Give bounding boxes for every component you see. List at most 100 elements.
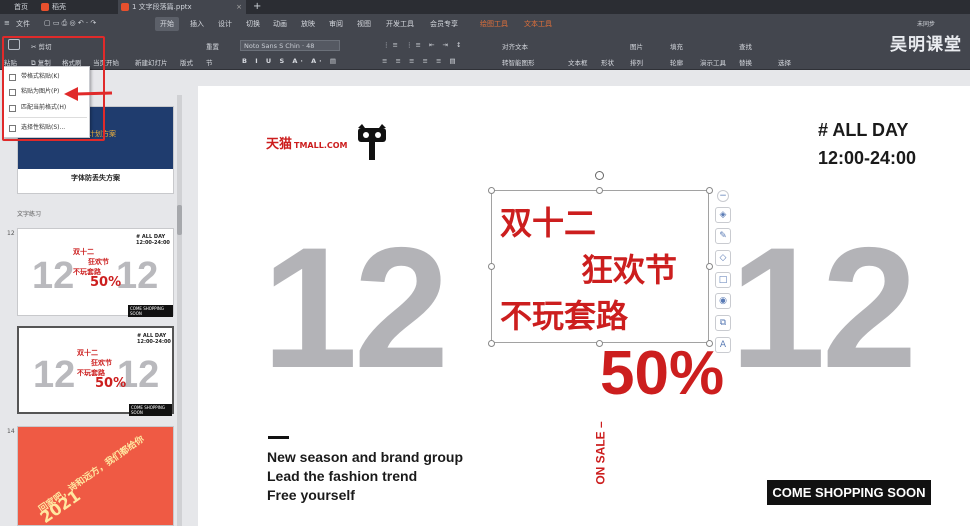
- close-tab-icon[interactable]: ×: [236, 0, 242, 14]
- big-number-right: 12: [730, 212, 917, 404]
- thumbnail-scrollbar-thumb[interactable]: [177, 205, 182, 235]
- menu-hamburger-icon[interactable]: ≡: [4, 19, 10, 27]
- menu-design[interactable]: 设计: [218, 19, 232, 29]
- menu-developer[interactable]: 开发工具: [386, 19, 414, 29]
- tab-bar: 首页 稻壳 1 文字段落篇.pptx × +: [0, 0, 970, 14]
- resize-handle[interactable]: [488, 340, 495, 347]
- headline-line3: 不玩套路: [500, 297, 629, 335]
- menu-transition[interactable]: 切换: [246, 19, 260, 29]
- pen-icon[interactable]: ✎: [715, 228, 731, 244]
- resize-handle[interactable]: [706, 187, 713, 194]
- outline-button[interactable]: 轮廓: [670, 57, 683, 67]
- slide-number: 14: [7, 428, 15, 435]
- menu-insert[interactable]: 插入: [190, 19, 204, 29]
- thumb-come: COME SHOPPING SOON: [128, 305, 173, 317]
- font-name-select[interactable]: Noto Sans S Chin · 48: [240, 40, 340, 51]
- ppt-icon: [121, 3, 129, 11]
- copy-line-2: Lead the fashion trend: [267, 468, 418, 484]
- thumbnail-slide-14[interactable]: 回家吧，诗和远方，我们都给你 2021: [17, 426, 174, 526]
- menu-drawing-tools[interactable]: 绘图工具: [480, 19, 508, 29]
- menu-view[interactable]: 视图: [357, 19, 371, 29]
- highlight-arrow: [62, 86, 114, 106]
- tab-label: 首页: [14, 3, 28, 11]
- arrange-button[interactable]: 排列: [630, 57, 643, 67]
- resize-handle[interactable]: [488, 187, 495, 194]
- select-button[interactable]: 选择: [778, 57, 791, 67]
- thumb-cn1: 双十二: [77, 349, 98, 357]
- convert-smartart-button[interactable]: 转智能图形: [502, 57, 535, 67]
- bulb-icon[interactable]: ◉: [715, 293, 731, 309]
- layout-button[interactable]: 版式: [180, 57, 193, 67]
- thumb-cn2: 狂欢节: [88, 258, 109, 266]
- thumb-time: 12:00-24:00: [136, 240, 170, 246]
- thumb-cn2: 狂欢节: [91, 359, 112, 367]
- menu-home[interactable]: 开始: [155, 17, 179, 31]
- collapse-icon[interactable]: −: [717, 190, 729, 202]
- tmall-cat-logo: [356, 124, 388, 162]
- font-size-value: 48: [306, 42, 315, 50]
- discount-percent: 50%: [600, 339, 725, 408]
- watermark: 吴明课堂: [890, 35, 962, 55]
- section-button[interactable]: 节: [206, 57, 213, 67]
- new-tab-button[interactable]: +: [250, 0, 264, 14]
- resize-handle[interactable]: [596, 187, 603, 194]
- copy-line-3: Free yourself: [267, 487, 355, 503]
- big-number-left: 12: [262, 212, 449, 404]
- time-text: 12:00-24:00: [818, 148, 917, 168]
- sync-status[interactable]: 未同步: [917, 19, 935, 28]
- divider-line: [268, 436, 289, 439]
- on-sale-text: ON SALE –: [593, 421, 608, 485]
- tab-label: 1 文字段落篇.pptx: [132, 3, 192, 11]
- headline-line2: 狂欢节: [581, 251, 678, 289]
- copy-line-1: New season and brand group: [267, 449, 464, 465]
- presenter-tools-button[interactable]: 演示工具: [700, 57, 726, 67]
- picture-button[interactable]: 图片: [630, 41, 643, 51]
- ribbon: 粘贴 ✂ 剪切 ⧉ 复制 格式刷 当页开始 新建幻灯片 版式 节 重置 B I …: [0, 36, 970, 70]
- font-name-value: Noto Sans S Chin: [244, 42, 300, 50]
- brand-en: TMALL.COM: [294, 141, 348, 150]
- text-settings-icon[interactable]: A: [715, 337, 731, 353]
- thumb-pct: 50%: [95, 376, 127, 391]
- thumbnail-scrollbar[interactable]: [177, 95, 182, 526]
- thumb-bignum: 12: [32, 255, 75, 297]
- thumbnail-slide-13-selected[interactable]: 12 12 双十二 狂欢节 不玩套路 50% # ALL DAY 12:00-2…: [17, 326, 174, 416]
- font-style-buttons[interactable]: B I U S A· A· ▤: [242, 57, 339, 65]
- resize-handle[interactable]: [706, 263, 713, 270]
- tab-label: 稻壳: [52, 3, 66, 11]
- cta-banner: COME SHOPPING SOON: [767, 480, 931, 505]
- slide-number: 12: [7, 230, 15, 237]
- replace-button[interactable]: 替换: [739, 57, 752, 67]
- shape-button[interactable]: 形状: [601, 57, 614, 67]
- resize-handle[interactable]: [488, 263, 495, 270]
- textbox-button[interactable]: 文本框: [568, 57, 588, 67]
- thumbnail-slide-12[interactable]: 12 12 双十二 狂欢节 不玩套路 50% # ALL DAY 12:00-2…: [17, 228, 174, 317]
- new-slide-button[interactable]: 新建幻灯片: [135, 57, 168, 67]
- section-label[interactable]: 文字练习: [17, 209, 41, 218]
- menu-member[interactable]: 会员专享: [430, 19, 458, 29]
- menu-text-tools[interactable]: 文本工具: [524, 19, 552, 29]
- thumb-time: 12:00-24:00: [137, 339, 171, 345]
- rotate-handle[interactable]: [595, 171, 604, 180]
- menu-file[interactable]: 文件: [16, 19, 30, 29]
- docer-icon: [41, 3, 49, 11]
- tab-docer[interactable]: 稻壳: [38, 0, 118, 14]
- paragraph-align-buttons[interactable]: ≡ ≡ ≡ ≡ ≡ ▤: [382, 57, 459, 65]
- menu-slideshow[interactable]: 放映: [301, 19, 315, 29]
- tab-document[interactable]: 1 文字段落篇.pptx ×: [118, 0, 246, 14]
- list-buttons[interactable]: ⋮≡ ⋮≡ ⇤ ⇥ ↕: [383, 41, 465, 49]
- fill-icon[interactable]: ◇: [715, 250, 731, 266]
- layers-icon[interactable]: ◈: [715, 207, 731, 223]
- menu-review[interactable]: 审阅: [329, 19, 343, 29]
- tab-home[interactable]: 首页: [0, 0, 38, 14]
- toolbar-quick-icons[interactable]: ▢ ▭ ⎙ ◎ ↶ · ↷: [44, 19, 96, 28]
- reset-button[interactable]: 重置: [206, 41, 219, 51]
- menu-animation[interactable]: 动画: [273, 19, 287, 29]
- copy-format-icon[interactable]: ⧉: [715, 315, 731, 331]
- thumbnail-title: 字体防丢失方案: [71, 174, 120, 182]
- all-day-text: # ALL DAY: [818, 120, 909, 140]
- brand-cn: 天猫: [266, 137, 293, 152]
- fill-button[interactable]: 填充: [670, 41, 683, 51]
- align-text-button[interactable]: 对齐文本: [502, 41, 528, 51]
- find-button[interactable]: 查找: [739, 41, 752, 51]
- outline-icon[interactable]: □: [715, 272, 731, 288]
